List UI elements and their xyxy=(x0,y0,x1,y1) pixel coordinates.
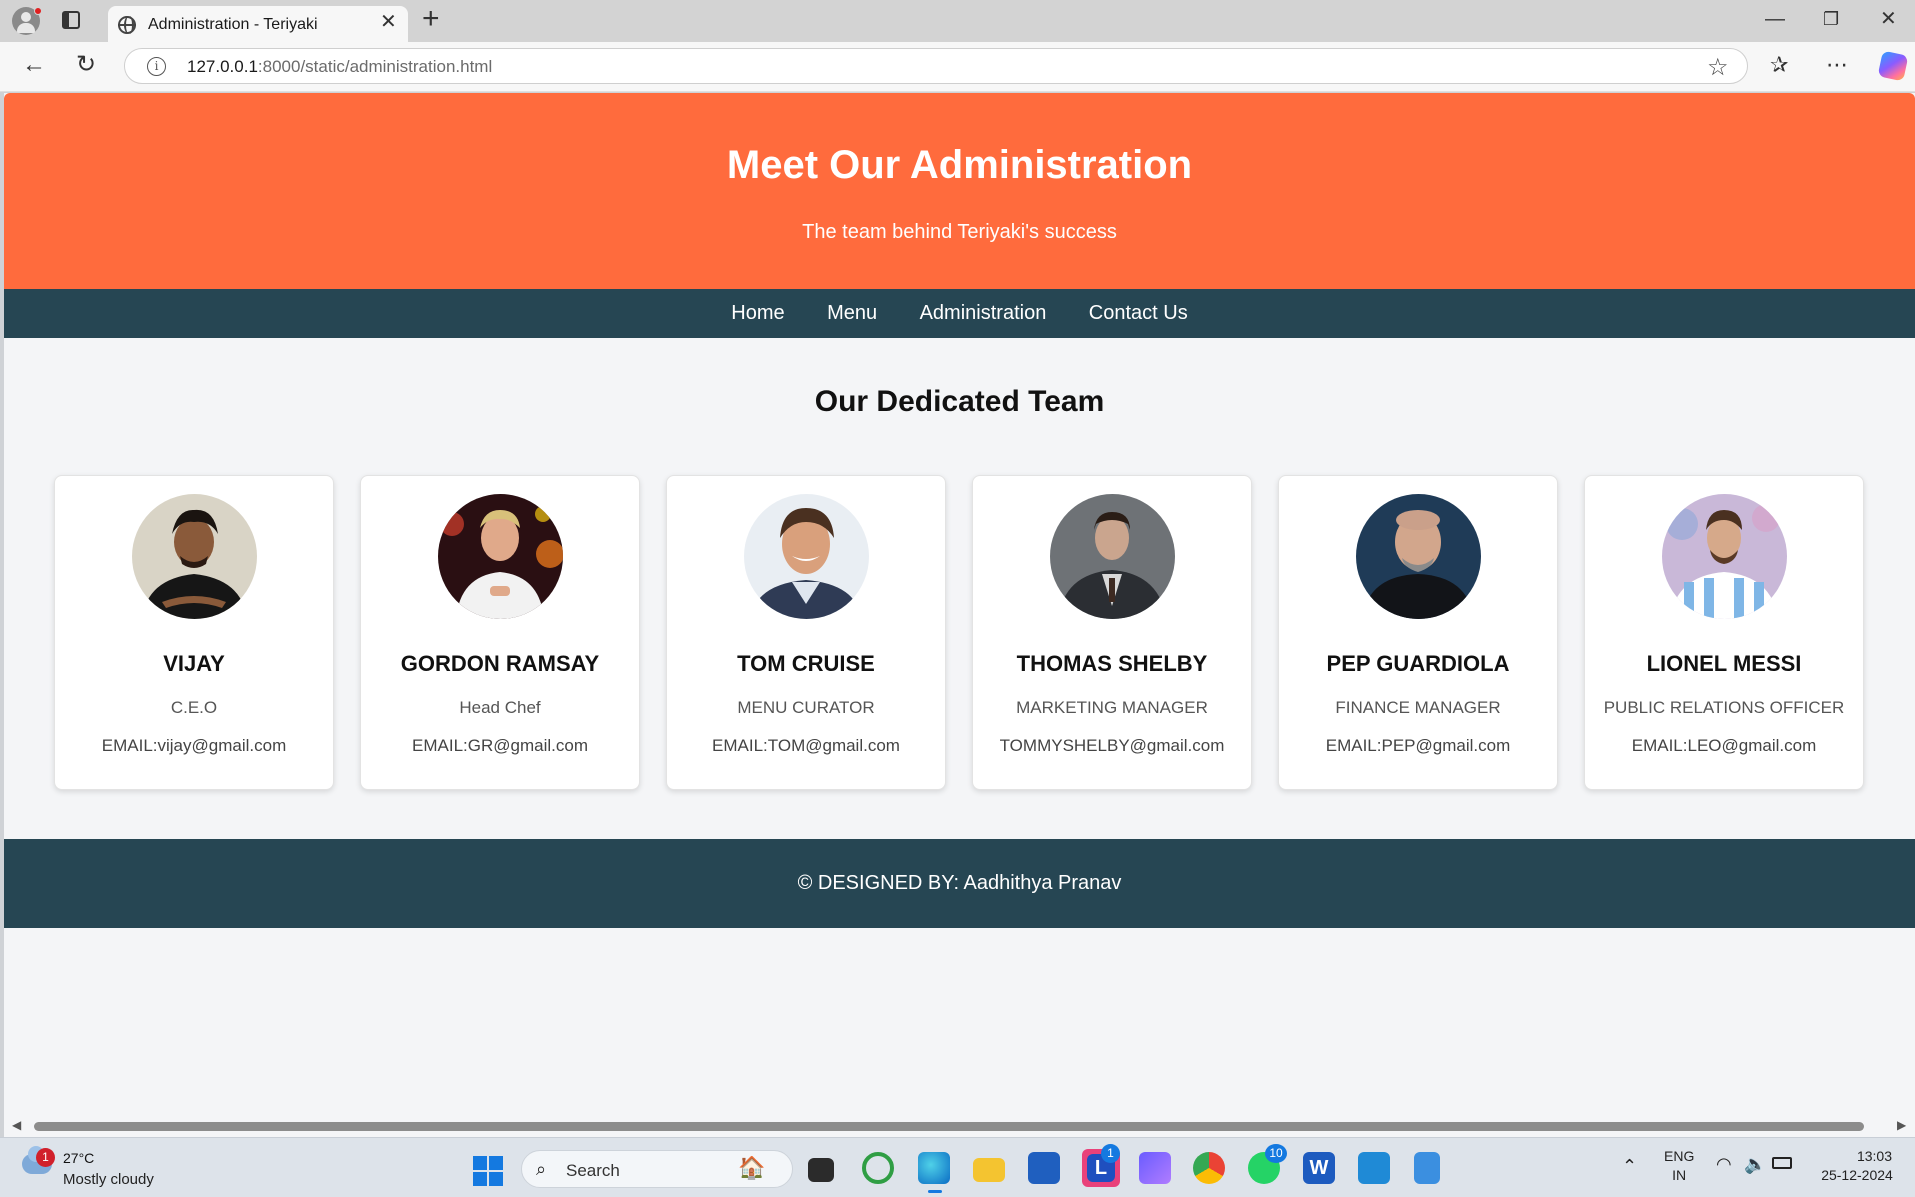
team-card: TOM CRUISE MENU CURATOR EMAIL:TOM@gmail.… xyxy=(666,475,946,790)
weather-temperature[interactable]: 27°C xyxy=(63,1150,94,1166)
member-name: PEP GUARDIOLA xyxy=(1326,651,1510,676)
member-email: TOMMYSHELBY@gmail.com xyxy=(999,736,1225,755)
word-icon[interactable]: W xyxy=(1303,1152,1335,1184)
member-email: EMAIL:TOM@gmail.com xyxy=(712,736,900,755)
hero-banner: Meet Our Administration The team behind … xyxy=(4,93,1915,289)
address-bar[interactable]: i 127.0.0.1:8000/static/administration.h… xyxy=(124,48,1748,84)
member-name: VIJAY xyxy=(163,651,225,676)
avatar xyxy=(438,494,563,619)
site-info-icon[interactable]: i xyxy=(147,57,166,76)
member-role: MARKETING MANAGER xyxy=(1016,698,1208,717)
weather-condition[interactable]: Mostly cloudy xyxy=(63,1171,154,1188)
page-subtitle: The team behind Teriyaki's success xyxy=(802,221,1117,243)
refresh-icon[interactable]: ↻ xyxy=(76,52,96,78)
team-card: LIONEL MESSI PUBLIC RELATIONS OFFICER EM… xyxy=(1584,475,1864,790)
notepad-icon[interactable] xyxy=(1414,1152,1440,1184)
more-menu-icon[interactable]: ⋯ xyxy=(1826,52,1848,78)
member-email: EMAIL:vijay@gmail.com xyxy=(101,736,287,755)
member-role: MENU CURATOR xyxy=(737,698,875,717)
refresh-app-icon[interactable] xyxy=(862,1152,894,1184)
search-highlight-icon: 🏠 xyxy=(738,1155,766,1180)
weather-badge: 1 xyxy=(36,1148,55,1167)
favorite-star-icon[interactable]: ☆ xyxy=(1707,53,1729,82)
browser-tab-strip: Administration - Teriyaki ✕ + — ❐ ✕ xyxy=(0,0,1915,42)
horizontal-scrollbar[interactable]: ◀ ▶ xyxy=(4,1115,1915,1137)
member-role: FINANCE MANAGER xyxy=(1335,698,1501,717)
member-email: EMAIL:GR@gmail.com xyxy=(412,736,588,755)
member-name: GORDON RAMSAY xyxy=(400,651,600,676)
copilot-icon[interactable] xyxy=(1877,50,1909,82)
tab-actions-icon[interactable] xyxy=(62,11,80,29)
nav-contact-us[interactable]: Contact Us xyxy=(1089,289,1188,338)
section-title: Our Dedicated Team xyxy=(814,385,1105,418)
member-name: LIONEL MESSI xyxy=(1646,651,1802,676)
back-arrow-icon[interactable]: ← xyxy=(22,52,46,78)
team-card: GORDON RAMSAY Head Chef EMAIL:GR@gmail.c… xyxy=(360,475,640,790)
avatar xyxy=(132,494,257,619)
edge-browser-icon[interactable] xyxy=(918,1152,950,1184)
battery-icon[interactable] xyxy=(1772,1157,1792,1169)
windows-start-icon[interactable] xyxy=(473,1156,503,1186)
address-toolbar: ← ↻ i 127.0.0.1:8000/static/administrati… xyxy=(0,42,1915,92)
avatar xyxy=(1356,494,1481,619)
whatsapp-badge: 10 xyxy=(1265,1144,1287,1163)
team-cards: VIJAY C.E.O EMAIL:vijay@gmail.com GORDON… xyxy=(54,475,1868,790)
microsoft-store-icon[interactable] xyxy=(1028,1152,1060,1184)
minimize-icon[interactable]: — xyxy=(1765,8,1785,30)
active-indicator xyxy=(928,1190,942,1193)
restore-icon[interactable]: ❐ xyxy=(1823,8,1839,30)
avatar xyxy=(1050,494,1175,619)
globe-icon xyxy=(118,16,136,34)
lens-badge: 1 xyxy=(1101,1144,1120,1163)
tab-title: Administration - Teriyaki xyxy=(148,16,318,33)
taskbar: 1 27°C Mostly cloudy ⌕ Search 🏠 L 1 10 W… xyxy=(0,1137,1915,1197)
taskbar-search[interactable]: ⌕ Search 🏠 xyxy=(521,1150,793,1188)
nav-administration[interactable]: Administration xyxy=(920,289,1047,338)
url-text[interactable]: 127.0.0.1:8000/static/administration.htm… xyxy=(187,57,492,77)
show-hidden-icons-icon[interactable]: ⌃ xyxy=(1622,1156,1637,1177)
nav-menu[interactable]: Menu xyxy=(827,289,877,338)
main-nav: Home Menu Administration Contact Us xyxy=(4,289,1915,338)
member-name: TOM CRUISE xyxy=(737,651,875,676)
search-icon: ⌕ xyxy=(536,1159,547,1179)
scroll-right-icon[interactable]: ▶ xyxy=(1897,1118,1906,1132)
page-title: Meet Our Administration xyxy=(726,143,1193,187)
avatar xyxy=(744,494,869,619)
tab-close-icon[interactable]: ✕ xyxy=(380,12,397,32)
profile-icon[interactable] xyxy=(12,7,42,35)
member-role: Head Chef xyxy=(459,698,541,717)
vscode-icon[interactable] xyxy=(1358,1152,1390,1184)
avatar xyxy=(1662,494,1787,619)
favorites-icon[interactable]: ✰ xyxy=(1770,52,1788,78)
language-indicator[interactable]: ENG IN xyxy=(1664,1148,1694,1183)
team-card: THOMAS SHELBY MARKETING MANAGER TOMMYSHE… xyxy=(972,475,1252,790)
window-close-icon[interactable]: ✕ xyxy=(1880,8,1897,30)
task-view-icon[interactable] xyxy=(808,1158,834,1182)
page-viewport: Meet Our Administration The team behind … xyxy=(4,93,1915,1137)
browser-tab-active[interactable]: Administration - Teriyaki ✕ xyxy=(108,6,408,42)
member-email: EMAIL:LEO@gmail.com xyxy=(1631,736,1817,755)
search-label: Search xyxy=(566,1161,620,1180)
volume-icon[interactable]: 🔈 xyxy=(1744,1154,1766,1175)
nav-home[interactable]: Home xyxy=(731,289,784,338)
member-role: PUBLIC RELATIONS OFFICER xyxy=(1603,698,1845,717)
file-explorer-icon[interactable] xyxy=(973,1158,1005,1182)
member-name: THOMAS SHELBY xyxy=(1016,651,1208,676)
clock[interactable]: 13:03 25-12-2024 xyxy=(1812,1148,1902,1183)
team-card: VIJAY C.E.O EMAIL:vijay@gmail.com xyxy=(54,475,334,790)
member-email: EMAIL:PEP@gmail.com xyxy=(1325,736,1511,755)
member-role: C.E.O xyxy=(170,698,218,717)
app-delta-icon[interactable] xyxy=(1139,1152,1171,1184)
scrollbar-thumb[interactable] xyxy=(34,1122,1864,1131)
page-footer: © DESIGNED BY: Aadhithya Pranav xyxy=(4,839,1915,928)
team-card: PEP GUARDIOLA FINANCE MANAGER EMAIL:PEP@… xyxy=(1278,475,1558,790)
wifi-icon[interactable]: ◠ xyxy=(1716,1154,1732,1175)
chrome-icon[interactable] xyxy=(1193,1152,1225,1184)
scroll-left-icon[interactable]: ◀ xyxy=(12,1118,21,1132)
new-tab-icon[interactable]: + xyxy=(422,4,440,34)
